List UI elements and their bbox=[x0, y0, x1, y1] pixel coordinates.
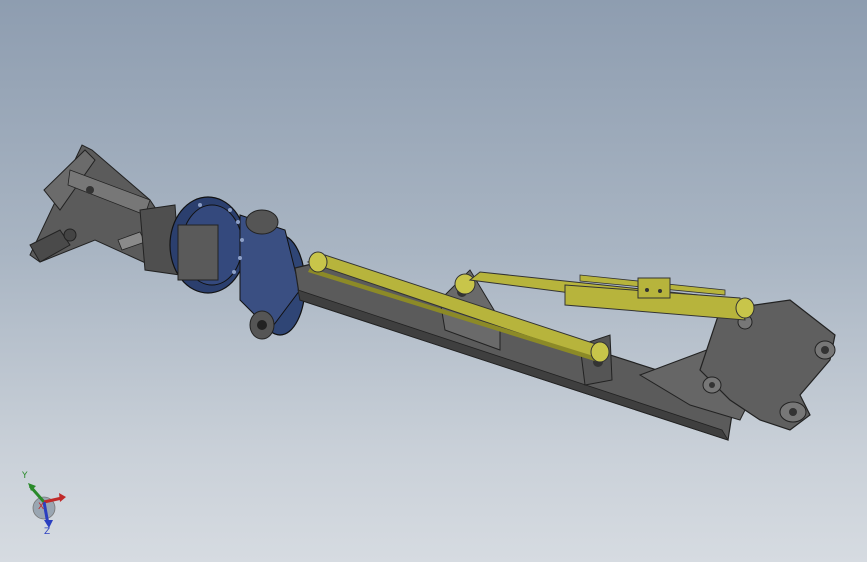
rotary-drive[interactable] bbox=[169, 196, 306, 340]
y-axis-label: Y bbox=[21, 471, 28, 481]
orientation-triad: Y X Z bbox=[21, 471, 66, 536]
x-axis-label: X bbox=[38, 502, 44, 512]
graphics-viewport[interactable]: Y X Z bbox=[0, 0, 867, 562]
hydraulic-cylinder-upper[interactable] bbox=[468, 271, 755, 321]
z-axis-label: Z bbox=[44, 527, 50, 536]
3d-model-assembly[interactable] bbox=[0, 0, 867, 562]
mounting-bracket[interactable] bbox=[29, 144, 181, 276]
